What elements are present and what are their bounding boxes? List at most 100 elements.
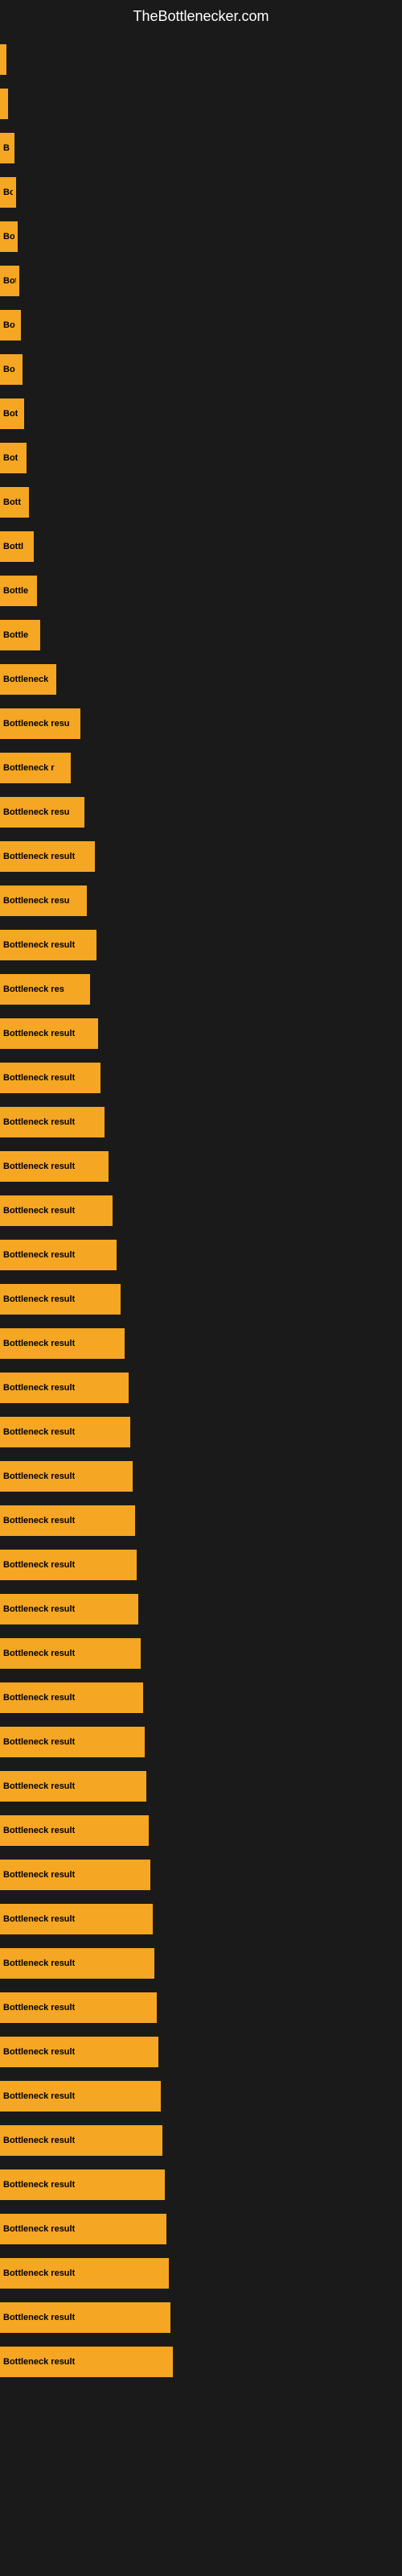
bar-row: Bottleneck result (0, 923, 402, 967)
bar: Bottleneck resu (0, 797, 84, 828)
bar-label: Bo (0, 320, 15, 330)
bar-row: Bottleneck resu (0, 878, 402, 923)
bar-label: Bottleneck resu (0, 807, 70, 817)
bar-row: Bottleneck result (0, 1410, 402, 1454)
bar-label: Bottleneck result (0, 1206, 75, 1216)
bar-label: Bo (0, 232, 14, 242)
bar-row: Bottleneck result (0, 1454, 402, 1498)
bar-row: Bottleneck result (0, 2162, 402, 2207)
bar: Bottleneck result (0, 1151, 109, 1182)
bar: Bottleneck result (0, 2081, 161, 2112)
bar: Bottleneck result (0, 1992, 157, 2023)
bar-label: Bottleneck result (0, 2047, 75, 2057)
bar: Bottleneck result (0, 1638, 141, 1669)
bar-row: B (0, 126, 402, 170)
bar-label: Bottleneck result (0, 2091, 75, 2101)
bar: Bottleneck result (0, 1550, 137, 1580)
bar: Bottleneck result (0, 1107, 105, 1137)
bar-row: Bottleneck result (0, 2339, 402, 2384)
bar-label: Bot (0, 409, 18, 419)
bar-row: Bottleneck result (0, 2118, 402, 2162)
bar-label: Bottleneck result (0, 1427, 75, 1437)
bar: Bottleneck resu (0, 708, 80, 739)
bar: Bottleneck result (0, 2347, 173, 2377)
bar: Bottleneck result (0, 1240, 117, 1270)
bar-row (0, 37, 402, 81)
bar-label: Bottleneck result (0, 1383, 75, 1393)
bar-label: Bottleneck result (0, 2180, 75, 2190)
bar-row: Bottleneck result (0, 1719, 402, 1764)
bar-row: Bottleneck resu (0, 790, 402, 834)
bar-row: Bottleneck result (0, 2029, 402, 2074)
bar-row: Bottleneck result (0, 1897, 402, 1941)
bar: Bottleneck resu (0, 886, 87, 916)
bar: Bottleneck result (0, 1594, 138, 1624)
bar: Bottleneck result (0, 1860, 150, 1890)
bar: Bottle (0, 576, 37, 606)
bar: Bottleneck res (0, 974, 90, 1005)
bar-label: Bottleneck res (0, 985, 64, 994)
bar: Bottleneck result (0, 1063, 100, 1093)
bar: Bottleneck result (0, 1505, 135, 1536)
bar: Bo (0, 310, 21, 341)
bar: Bottleneck result (0, 2169, 165, 2200)
bar: Bottleneck result (0, 1373, 129, 1403)
bar: Bo (0, 354, 23, 385)
bar: Bottleneck result (0, 2258, 169, 2289)
bar-label: Bottleneck resu (0, 719, 70, 729)
bar-label: Bot (0, 453, 18, 463)
bar-row: Bo (0, 303, 402, 347)
bar: Bottl (0, 531, 34, 562)
bar: Bottleneck result (0, 2125, 162, 2156)
bar-row: Bot (0, 258, 402, 303)
bar-label: Bottleneck r (0, 763, 55, 773)
bar: Bottleneck result (0, 1417, 130, 1447)
bar-row: Bottleneck result (0, 2295, 402, 2339)
bar-row: Bot (0, 391, 402, 436)
bar-label: Bottleneck result (0, 2224, 75, 2234)
bar-row: Bottl (0, 524, 402, 568)
bars-container: BBoBoBotBoBoBotBotBottBottlBottleBottleB… (0, 37, 402, 2384)
bar-label: Bott (0, 497, 21, 507)
bar-label: Bottleneck result (0, 1959, 75, 1968)
bar-row: Bottleneck result (0, 1542, 402, 1587)
bar-row: Bottleneck (0, 657, 402, 701)
bar-row: Bottle (0, 613, 402, 657)
bar-label: Bottleneck result (0, 1162, 75, 1171)
bar-row: Bottleneck r (0, 745, 402, 790)
bar: Bottleneck result (0, 1328, 125, 1359)
bar-label: Bottleneck result (0, 1029, 75, 1038)
bar: Bottleneck result (0, 1682, 143, 1713)
bar: Bottleneck r (0, 753, 71, 783)
bar-label: Bottleneck result (0, 1649, 75, 1658)
bar-label: Bottleneck result (0, 2136, 75, 2145)
bar: Bottleneck result (0, 1948, 154, 1979)
bar: Bottleneck result (0, 1461, 133, 1492)
bar-label: Bottleneck result (0, 2357, 75, 2367)
bar-label: Bottleneck (0, 675, 48, 684)
bar-row: Bottleneck result (0, 1144, 402, 1188)
bar-label: Bottle (0, 586, 28, 596)
bar: Bottleneck result (0, 2214, 166, 2244)
bar-label: Bottleneck result (0, 852, 75, 861)
bar-row: Bottleneck result (0, 2251, 402, 2295)
bar: Bottleneck result (0, 1284, 121, 1315)
bar-row: Bottleneck result (0, 1852, 402, 1897)
bar-label: Bottleneck result (0, 1604, 75, 1614)
bar-row: Bo (0, 347, 402, 391)
bar-label: Bottleneck result (0, 1294, 75, 1304)
bar-row: Bottleneck result (0, 1985, 402, 2029)
bar: Bott (0, 487, 29, 518)
bar-label: Bottl (0, 542, 23, 551)
bar-label: Bottleneck result (0, 1870, 75, 1880)
bar: Bot (0, 398, 24, 429)
bar-row: Bottleneck result (0, 1055, 402, 1100)
bar-row: Bottleneck result (0, 1675, 402, 1719)
bar: Bottleneck result (0, 1771, 146, 1802)
site-title: TheBottlenecker.com (0, 0, 402, 37)
bar: Bottleneck result (0, 930, 96, 960)
bar-row: Bottleneck result (0, 1100, 402, 1144)
bar-row: Bo (0, 214, 402, 258)
bar-row: Bo (0, 170, 402, 214)
bar-row: Bottleneck result (0, 1321, 402, 1365)
